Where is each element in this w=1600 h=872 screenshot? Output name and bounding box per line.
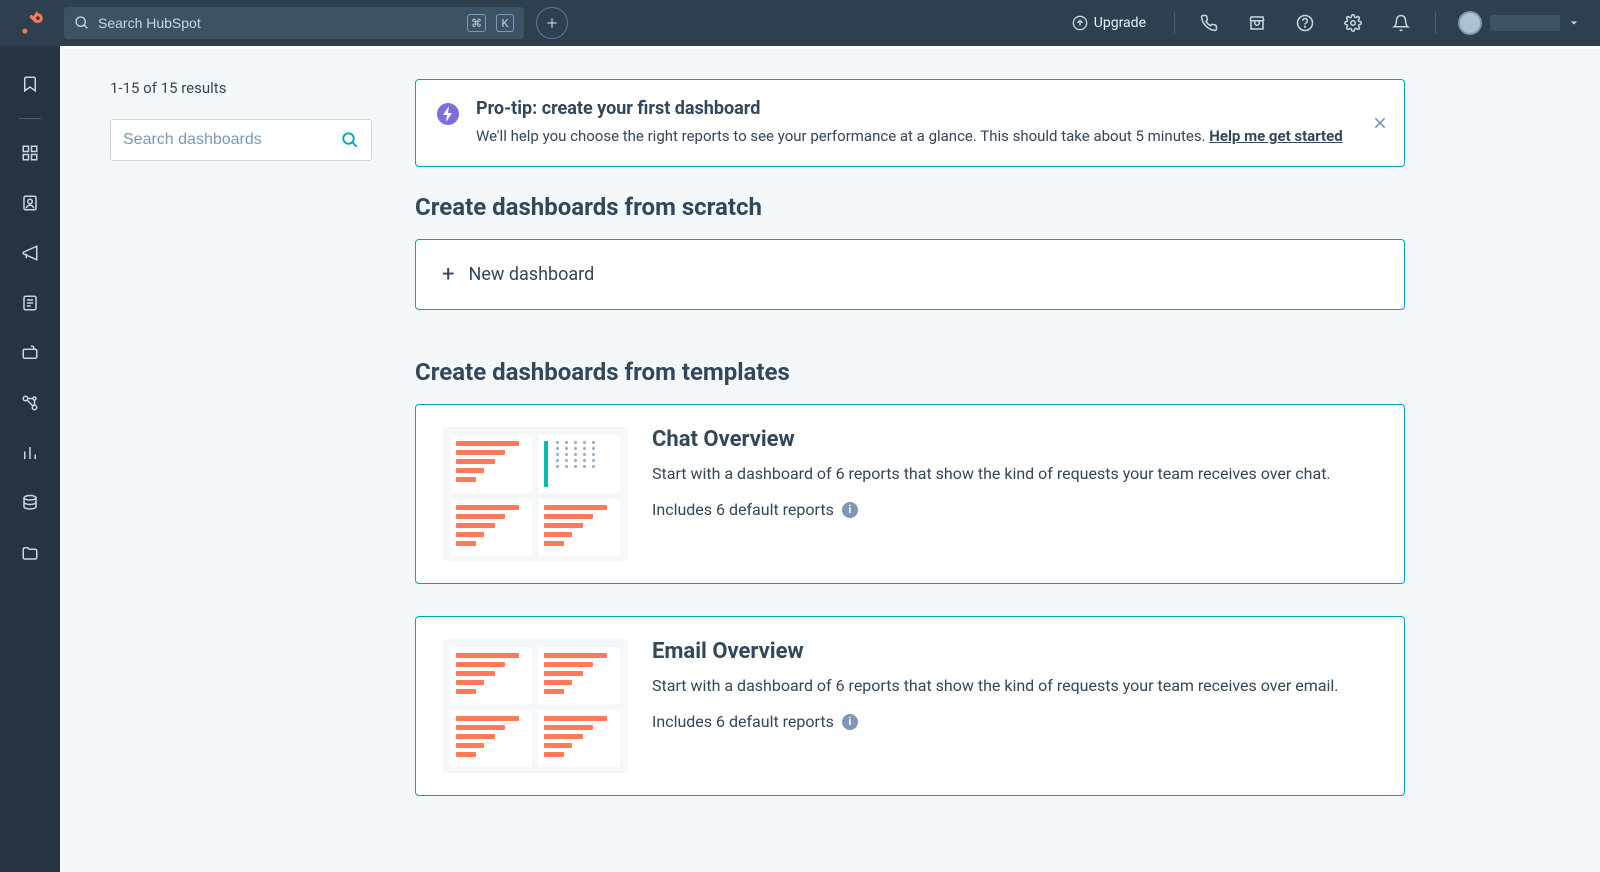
plus-icon: + [442,262,454,287]
rail-bookmarks-icon[interactable] [10,64,50,104]
rail-library-icon[interactable] [10,533,50,573]
upgrade-icon [1072,15,1088,31]
rail-reporting-icon[interactable] [10,433,50,473]
calling-icon[interactable] [1191,7,1227,39]
template-title: Chat Overview [652,427,1331,452]
templates-heading: Create dashboards from templates [415,358,1405,386]
rail-contacts-icon[interactable] [10,183,50,223]
template-title: Email Overview [652,639,1339,664]
filter-pane: 1-15 of 15 results [110,79,415,872]
global-search[interactable]: ⌘ K [64,7,524,39]
template-card-chat[interactable]: Chat Overview Start with a dashboard of … [415,404,1405,584]
template-desc: Start with a dashboard of 6 reports that… [652,462,1331,487]
left-rail [0,46,60,872]
close-icon [1372,115,1388,131]
new-dashboard-card[interactable]: + New dashboard [415,239,1405,310]
marketplace-icon[interactable] [1239,7,1275,39]
search-icon [341,131,359,149]
kbd-cmd: ⌘ [467,14,486,32]
info-icon[interactable]: i [842,714,858,730]
avatar [1458,11,1482,35]
kbd-k: K [496,14,514,32]
template-thumbnail [442,639,628,773]
template-desc: Start with a dashboard of 6 reports that… [652,674,1339,699]
dashboard-search-input[interactable] [123,131,341,149]
info-icon[interactable]: i [842,502,858,518]
hubspot-logo[interactable] [14,10,52,36]
template-thumbnail [442,427,628,561]
plus-icon [545,16,559,30]
account-menu[interactable] [1452,11,1586,35]
help-me-link[interactable]: Help me get started [1209,127,1342,145]
rail-automation-icon[interactable] [10,383,50,423]
rail-commerce-icon[interactable] [10,333,50,373]
close-banner-button[interactable] [1372,115,1388,131]
dashboard-search[interactable] [110,119,372,161]
template-card-email[interactable]: Email Overview Start with a dashboard of… [415,616,1405,796]
template-includes: Includes 6 default reports i [652,500,1331,519]
search-icon [74,15,90,31]
template-includes: Includes 6 default reports i [652,712,1339,731]
notifications-icon[interactable] [1383,7,1419,39]
top-nav: ⌘ K Upgrade [0,0,1600,46]
content-area: 1-15 of 15 results Pro-tip: create your … [60,46,1600,872]
help-icon[interactable] [1287,7,1323,39]
create-button[interactable] [536,7,568,39]
rail-content-icon[interactable] [10,283,50,323]
pro-tip-body: We'll help you choose the right reports … [476,125,1343,148]
upgrade-button[interactable]: Upgrade [1060,15,1158,31]
scratch-heading: Create dashboards from scratch [415,193,1405,221]
pro-tip-title: Pro-tip: create your first dashboard [476,98,1343,119]
settings-icon[interactable] [1335,7,1371,39]
upgrade-label: Upgrade [1094,15,1146,31]
global-search-input[interactable] [98,15,457,31]
rail-data-icon[interactable] [10,483,50,523]
main-column: Pro-tip: create your first dashboard We'… [415,79,1405,872]
new-dashboard-label: New dashboard [468,264,594,285]
bolt-icon [436,102,460,126]
rail-dashboards-icon[interactable] [10,133,50,173]
account-name [1490,15,1560,31]
chevron-down-icon [1568,17,1580,29]
pro-tip-banner: Pro-tip: create your first dashboard We'… [415,79,1405,167]
rail-marketing-icon[interactable] [10,233,50,273]
results-count: 1-15 of 15 results [110,79,415,97]
